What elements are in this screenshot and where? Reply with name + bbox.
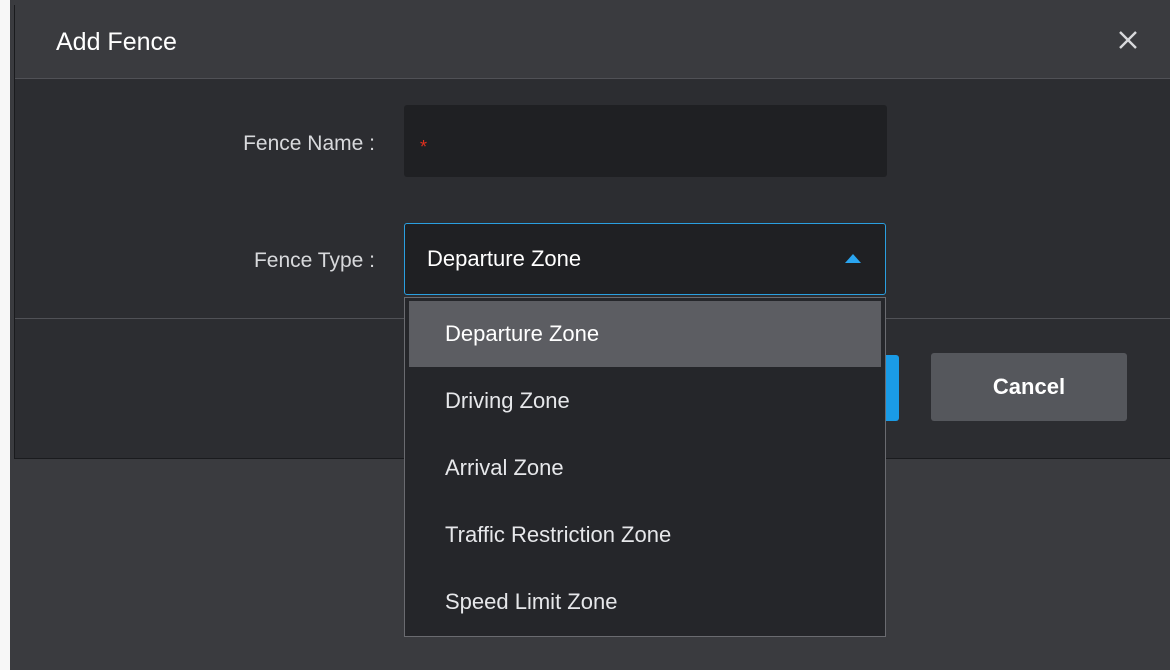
dropdown-option-speed-limit-zone[interactable]: Speed Limit Zone: [409, 569, 881, 635]
fence-name-input[interactable]: [404, 105, 887, 177]
dialog-title: Add Fence: [56, 28, 177, 56]
close-icon[interactable]: [1111, 23, 1145, 57]
caret-up-icon: [845, 254, 861, 263]
dropdown-option-traffic-restriction-zone[interactable]: Traffic Restriction Zone: [409, 502, 881, 568]
required-marker: *: [420, 137, 428, 157]
fence-type-selected-value: Departure Zone: [427, 246, 582, 271]
dropdown-option-departure-zone[interactable]: Departure Zone: [409, 301, 881, 367]
fence-type-dropdown: Departure Zone Driving Zone Arrival Zone…: [404, 297, 886, 637]
dropdown-option-arrival-zone[interactable]: Arrival Zone: [409, 435, 881, 501]
fence-type-label: Fence Type :: [253, 249, 375, 272]
dropdown-option-driving-zone[interactable]: Driving Zone: [409, 368, 881, 434]
fence-type-select[interactable]: Departure Zone: [404, 223, 886, 295]
cancel-button[interactable]: Cancel: [931, 353, 1127, 421]
fence-name-label: Fence Name :: [243, 132, 375, 155]
dialog-header: Add Fence: [15, 5, 1170, 79]
window-edge: [0, 0, 10, 670]
